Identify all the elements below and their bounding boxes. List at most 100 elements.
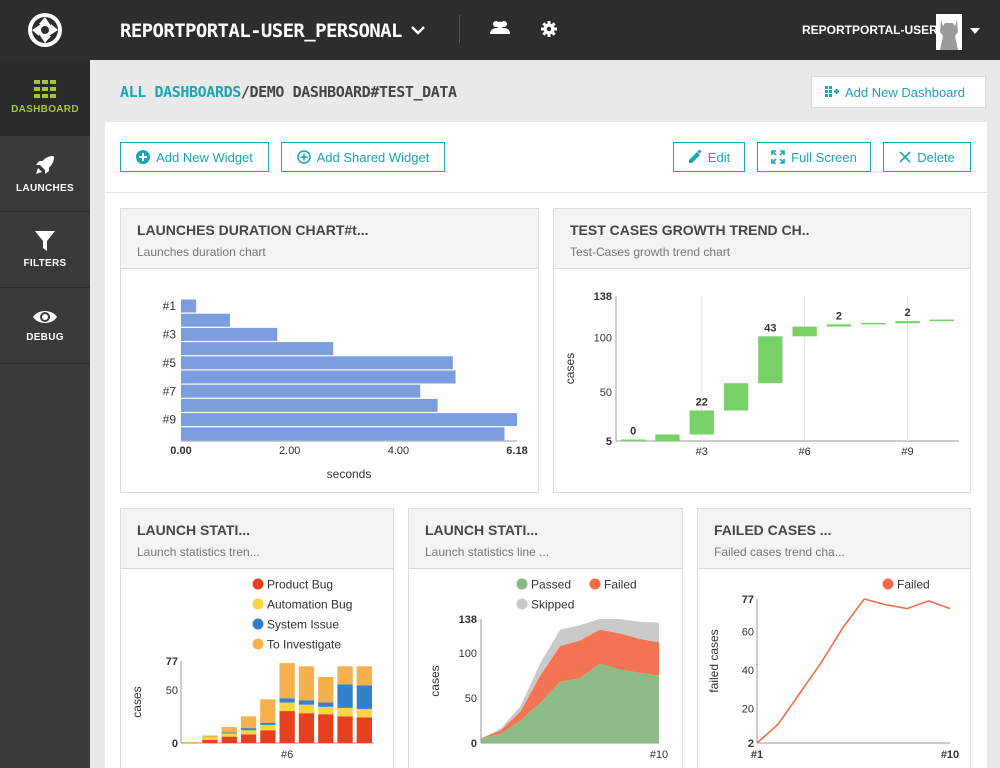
full-screen-button[interactable]: Full Screen — [757, 142, 871, 172]
stacked-bar-segment — [202, 737, 218, 740]
sidebar-item-dashboard[interactable]: DASHBOARD — [0, 60, 90, 136]
stacked-bar-segment — [260, 730, 276, 743]
chevron-down-icon[interactable] — [970, 27, 980, 35]
widget-header[interactable]: LAUNCHES DURATION CHART#t... Launches du… — [121, 209, 538, 269]
plus-circle-icon — [136, 150, 151, 164]
logo[interactable] — [0, 0, 90, 60]
stacked-bar-segment — [202, 735, 218, 738]
y-tick-label: 0 — [172, 738, 178, 750]
full-screen-label: Full Screen — [791, 149, 857, 165]
stacked-bar-segment — [183, 741, 199, 743]
y-axis-label: cases — [563, 353, 577, 384]
stacked-bar-segment — [279, 702, 295, 712]
sidebar-item-label: LAUNCHES — [16, 183, 74, 194]
growth-bar — [929, 319, 954, 322]
growth-bar — [723, 383, 749, 411]
sidebar-item-label: DASHBOARD — [11, 104, 79, 115]
edit-label: Edit — [707, 149, 731, 165]
user-avatar-icon — [940, 20, 958, 50]
legend-label: Product Bug — [267, 578, 333, 592]
delta-label: 2 — [836, 310, 842, 322]
widget-body: #1 #3 #5 #7 #9 0.00 2.00 4.00 6.18 seconds — [121, 269, 538, 492]
y-tick-label: 50 — [465, 693, 477, 705]
widget-title: LAUNCH STATI... — [425, 522, 539, 538]
widget-failed-cases-trend[interactable]: FAILED CASES ... Failed cases trend cha.… — [697, 508, 971, 768]
widget-launch-statistics-line[interactable]: LAUNCH STATI... Launch statistics line .… — [408, 508, 683, 768]
add-new-dashboard-button[interactable]: Add New Dashboard — [811, 76, 986, 108]
legend-marker — [516, 598, 528, 610]
duration-bar — [181, 356, 453, 370]
y-tick-label: 77 — [742, 594, 754, 606]
add-new-widget-button[interactable]: Add New Widget — [120, 142, 269, 172]
duration-bar — [181, 299, 197, 313]
breadcrumb-all-dashboards[interactable]: ALL DASHBOARDS — [120, 83, 241, 101]
stacked-bar-segment — [318, 706, 334, 715]
growth-bar — [758, 336, 783, 384]
sidebar-item-filters[interactable]: FILTERS — [0, 212, 90, 288]
legend-label: Failed — [604, 578, 637, 592]
x-tick-label: #3 — [696, 446, 708, 458]
users-icon[interactable] — [489, 20, 511, 36]
stacked-bar-segment — [240, 716, 257, 729]
x-tick-label: 0.00 — [170, 445, 191, 457]
sidebar-item-label: FILTERS — [23, 258, 67, 269]
stacked-bar-segment — [240, 734, 257, 743]
widget-header[interactable]: TEST CASES GROWTH TREND CH.. Test-Cases … — [554, 209, 970, 269]
reportportal-logo-icon — [28, 13, 62, 47]
eye-icon — [33, 311, 57, 323]
sidebar-item-launches[interactable]: LAUNCHES — [0, 136, 90, 212]
widget-header[interactable]: FAILED CASES ... Failed cases trend cha.… — [698, 509, 970, 569]
duration-bar — [181, 427, 505, 441]
gear-icon[interactable] — [541, 21, 557, 37]
widget-title: FAILED CASES ... — [714, 522, 832, 538]
stacked-bar-segment — [337, 707, 353, 717]
duration-bar — [181, 370, 456, 384]
stacked-bar-segment — [318, 714, 334, 743]
legend-label: To Investigate — [267, 638, 341, 652]
project-name[interactable]: REPORTPORTAL-USER_PERSONAL — [120, 20, 402, 42]
stacked-bar-segment — [356, 685, 372, 709]
avatar[interactable] — [936, 14, 962, 50]
growth-bar — [689, 410, 714, 435]
stacked-bar-segment — [356, 708, 372, 718]
widget-description: Launch statistics line ... — [425, 545, 550, 559]
close-icon — [899, 151, 911, 163]
widget-header[interactable]: LAUNCH STATI... Launch statistics tren..… — [121, 509, 393, 569]
stacked-bar-segment — [318, 676, 334, 703]
y-tick-label: 138 — [594, 291, 612, 303]
widget-title: LAUNCHES DURATION CHART#t... — [137, 222, 369, 238]
delta-label: 22 — [696, 396, 708, 408]
stacked-bar-segment — [337, 716, 353, 743]
widget-body: #3 #6 #9 5 50 100 138 cases 0 22 43 2 2 — [554, 269, 970, 492]
widget-body: Failed 2 20 40 60 77 #1 #10 failed cases — [698, 569, 970, 768]
stacked-bar-segment — [221, 733, 237, 737]
stacked-bar-segment — [279, 663, 295, 699]
breadcrumb: ALL DASHBOARDS/DEMO DASHBOARD#TEST_DATA — [120, 83, 457, 101]
widget-launches-duration[interactable]: LAUNCHES DURATION CHART#t... Launches du… — [120, 208, 539, 493]
sidebar-item-debug[interactable]: DEBUG — [0, 288, 90, 364]
widget-launch-statistics-trend[interactable]: LAUNCH STATI... Launch statistics tren..… — [120, 508, 394, 768]
legend-marker — [516, 578, 528, 590]
launch-statistics-trend-chart: Product Bug Automation Bug System Issue To … — [130, 578, 374, 761]
y-tick-label: #5 — [163, 356, 177, 370]
edit-button[interactable]: Edit — [673, 142, 745, 172]
delete-button[interactable]: Delete — [883, 142, 971, 172]
x-tick-label: #1 — [751, 749, 763, 761]
widget-test-cases-growth[interactable]: TEST CASES GROWTH TREND CH.. Test-Cases … — [553, 208, 971, 493]
add-shared-widget-button[interactable]: Add Shared Widget — [281, 142, 445, 172]
growth-bar — [861, 322, 886, 325]
y-tick-label: #1 — [163, 299, 177, 313]
divider — [459, 15, 460, 43]
x-tick-label: #6 — [281, 749, 293, 761]
growth-bar — [895, 321, 920, 324]
x-tick-label: 2.00 — [279, 445, 300, 457]
widget-header[interactable]: LAUNCH STATI... Launch statistics line .… — [409, 509, 682, 569]
user-name[interactable]: REPORTPORTAL-USER — [802, 23, 938, 37]
legend-label: Passed — [531, 578, 571, 592]
x-tick-label: #10 — [941, 749, 959, 761]
widget-description: Test-Cases growth trend chart — [570, 245, 731, 259]
launches-duration-chart: #1 #3 #5 #7 #9 0.00 2.00 4.00 6.18 seconds — [163, 299, 528, 481]
x-tick-label: #6 — [799, 446, 811, 458]
growth-bar — [792, 326, 817, 337]
chevron-down-icon[interactable] — [410, 24, 426, 36]
